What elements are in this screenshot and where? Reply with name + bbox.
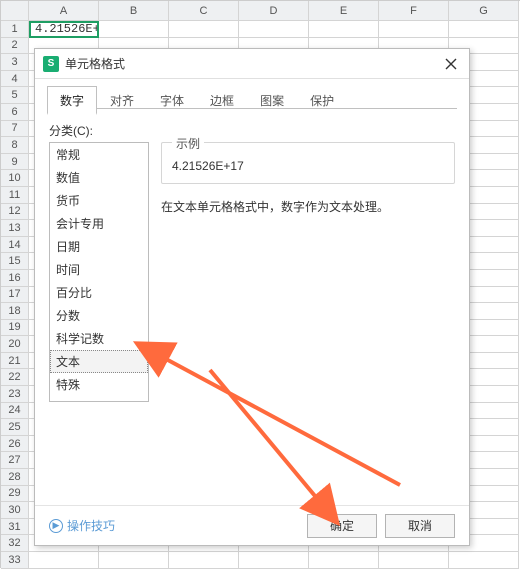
category-label: 分类(C):: [49, 122, 93, 139]
row-header[interactable]: 29: [1, 486, 29, 503]
row-header[interactable]: 12: [1, 204, 29, 221]
category-item-general[interactable]: 常规: [50, 143, 148, 166]
dialog-title: 单元格格式: [65, 55, 439, 72]
row-header[interactable]: 21: [1, 353, 29, 370]
col-header-c[interactable]: C: [169, 1, 239, 21]
row-header[interactable]: 28: [1, 469, 29, 486]
row-header[interactable]: 11: [1, 187, 29, 204]
category-item-custom[interactable]: 自定义: [50, 396, 148, 402]
tips-label: 操作技巧: [67, 517, 115, 534]
row-header[interactable]: 5: [1, 87, 29, 104]
titlebar: S 单元格格式: [35, 49, 469, 79]
category-list[interactable]: 常规 数值 货币 会计专用 日期 时间 百分比 分数 科学记数 文本 特殊 自定…: [49, 142, 149, 402]
cell[interactable]: [379, 552, 449, 569]
cancel-button[interactable]: 取消: [385, 514, 455, 538]
tab-pattern[interactable]: 图案: [247, 86, 297, 115]
cell[interactable]: [309, 21, 379, 38]
tab-number[interactable]: 数字: [47, 86, 97, 115]
example-box: 示例 4.21526E+17: [161, 142, 455, 184]
row-header[interactable]: 19: [1, 320, 29, 337]
tab-content: 分类(C): 常规 数值 货币 会计专用 日期 时间 百分比 分数 科学记数 文…: [35, 114, 469, 510]
cell[interactable]: [379, 21, 449, 38]
row-header[interactable]: 7: [1, 121, 29, 138]
example-value: 4.21526E+17: [172, 159, 444, 173]
row-header[interactable]: 26: [1, 436, 29, 453]
row-header[interactable]: 3: [1, 54, 29, 71]
tab-border[interactable]: 边框: [197, 86, 247, 115]
row-header[interactable]: 9: [1, 154, 29, 171]
close-icon: [445, 58, 457, 70]
select-all-corner[interactable]: [1, 1, 29, 21]
cell[interactable]: [309, 552, 379, 569]
row-header[interactable]: 16: [1, 270, 29, 287]
play-icon: ▶: [49, 519, 63, 533]
cell[interactable]: [239, 21, 309, 38]
row-header[interactable]: 1: [1, 21, 29, 38]
category-item-percent[interactable]: 百分比: [50, 281, 148, 304]
cell[interactable]: [449, 21, 519, 38]
row-header[interactable]: 18: [1, 303, 29, 320]
close-button[interactable]: [439, 52, 463, 76]
row-header[interactable]: 27: [1, 452, 29, 469]
category-item-currency[interactable]: 货币: [50, 189, 148, 212]
tab-alignment[interactable]: 对齐: [97, 86, 147, 115]
cell[interactable]: [449, 552, 519, 569]
row-header[interactable]: 13: [1, 220, 29, 237]
row-header[interactable]: 24: [1, 403, 29, 420]
col-header-f[interactable]: F: [379, 1, 449, 21]
category-item-time[interactable]: 时间: [50, 258, 148, 281]
row-header[interactable]: 30: [1, 502, 29, 519]
ok-button[interactable]: 确定: [307, 514, 377, 538]
row-header[interactable]: 25: [1, 419, 29, 436]
category-item-date[interactable]: 日期: [50, 235, 148, 258]
row-header[interactable]: 10: [1, 170, 29, 187]
dialog-footer: ▶ 操作技巧 确定 取消: [35, 505, 469, 545]
example-legend: 示例: [172, 135, 204, 152]
row-header[interactable]: 14: [1, 237, 29, 254]
category-item-text[interactable]: 文本: [50, 350, 148, 373]
tab-underline: [47, 108, 457, 109]
cell[interactable]: [239, 552, 309, 569]
row-header[interactable]: 23: [1, 386, 29, 403]
cell[interactable]: [169, 21, 239, 38]
cell[interactable]: [99, 21, 169, 38]
row-header[interactable]: 2: [1, 38, 29, 55]
col-header-a[interactable]: A: [29, 1, 99, 21]
row-header[interactable]: 17: [1, 287, 29, 304]
format-cells-dialog: S 单元格格式 数字 对齐 字体 边框 图案 保护 分类(C): 常规 数值 货…: [34, 48, 470, 546]
row-header[interactable]: 22: [1, 369, 29, 386]
tips-link[interactable]: ▶ 操作技巧: [49, 517, 115, 534]
category-item-fraction[interactable]: 分数: [50, 304, 148, 327]
row-header[interactable]: 33: [1, 552, 29, 569]
row-header[interactable]: 20: [1, 336, 29, 353]
cell[interactable]: [99, 552, 169, 569]
category-item-number[interactable]: 数值: [50, 166, 148, 189]
cell[interactable]: [169, 552, 239, 569]
col-header-d[interactable]: D: [239, 1, 309, 21]
col-header-g[interactable]: G: [449, 1, 519, 21]
tab-protection[interactable]: 保护: [297, 86, 347, 115]
row-header[interactable]: 8: [1, 137, 29, 154]
row-header[interactable]: 15: [1, 253, 29, 270]
col-header-b[interactable]: B: [99, 1, 169, 21]
category-item-scientific[interactable]: 科学记数: [50, 327, 148, 350]
row-header[interactable]: 4: [1, 71, 29, 88]
category-item-special[interactable]: 特殊: [50, 373, 148, 396]
row-header[interactable]: 6: [1, 104, 29, 121]
tab-font[interactable]: 字体: [147, 86, 197, 115]
format-description: 在文本单元格格式中，数字作为文本处理。: [161, 198, 455, 217]
row-header[interactable]: 32: [1, 535, 29, 552]
cell[interactable]: [29, 552, 99, 569]
cell-a1[interactable]: 4.21526E+17: [29, 21, 99, 38]
col-header-e[interactable]: E: [309, 1, 379, 21]
row-header[interactable]: 31: [1, 519, 29, 536]
category-item-accounting[interactable]: 会计专用: [50, 212, 148, 235]
app-icon: S: [43, 56, 59, 72]
